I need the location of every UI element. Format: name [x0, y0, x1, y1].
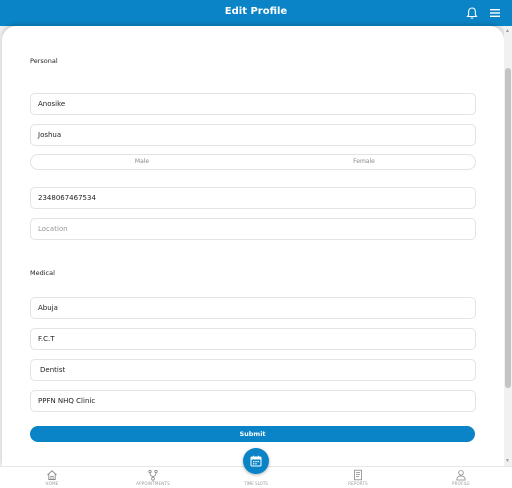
scroll-down-icon[interactable]: ▼ [505, 458, 510, 464]
gender-selector[interactable]: Male Female [30, 154, 476, 170]
nav-label-time-slots: TIME SLOTS [244, 481, 268, 486]
city-field[interactable]: Abuja [30, 297, 476, 319]
nav-label-home: HOME [45, 481, 59, 486]
nav-label-profile: PROFILE [452, 481, 470, 486]
nav-item-appointments[interactable]: APPOINTMENTS [123, 467, 183, 488]
medical-section-title: Medical [30, 269, 55, 277]
first-name-field[interactable]: Joshua [30, 124, 476, 146]
bell-icon[interactable] [466, 6, 478, 20]
specialty-field[interactable]: Dentist [30, 359, 476, 381]
gender-option-male[interactable]: Male [31, 155, 253, 169]
scrollbar[interactable]: ▲ ▼ [504, 26, 512, 466]
appointments-icon [148, 469, 158, 481]
time-slots-button[interactable] [243, 448, 269, 474]
page-title: Edit Profile [224, 6, 288, 17]
hamburger-menu-icon[interactable] [489, 6, 501, 20]
nav-label-reports: REPORTS [348, 481, 368, 486]
state-field[interactable]: F.C.T [30, 328, 476, 350]
last-name-field[interactable]: Anosike [30, 93, 476, 115]
nav-item-reports[interactable]: REPORTS [328, 467, 388, 488]
clinic-field[interactable]: PPFN NHQ Clinic [30, 390, 476, 412]
nav-item-home[interactable]: HOME [22, 467, 82, 488]
profile-icon [456, 470, 466, 481]
scroll-up-icon[interactable]: ▲ [505, 28, 510, 34]
personal-section-title: Personal [30, 57, 58, 65]
nav-item-profile[interactable]: PROFILE [431, 467, 491, 488]
gender-option-female[interactable]: Female [253, 155, 475, 169]
home-icon [47, 470, 57, 480]
nav-label-appointments: APPOINTMENTS [136, 481, 170, 486]
submit-button[interactable]: Submit [30, 426, 475, 442]
app-header: Edit Profile [0, 0, 512, 26]
reports-icon [354, 469, 362, 481]
calendar-icon [250, 455, 262, 467]
scrollbar-thumb[interactable] [505, 68, 511, 388]
location-field[interactable]: Location [30, 218, 476, 240]
phone-field[interactable]: 2348067467534 [30, 187, 476, 209]
